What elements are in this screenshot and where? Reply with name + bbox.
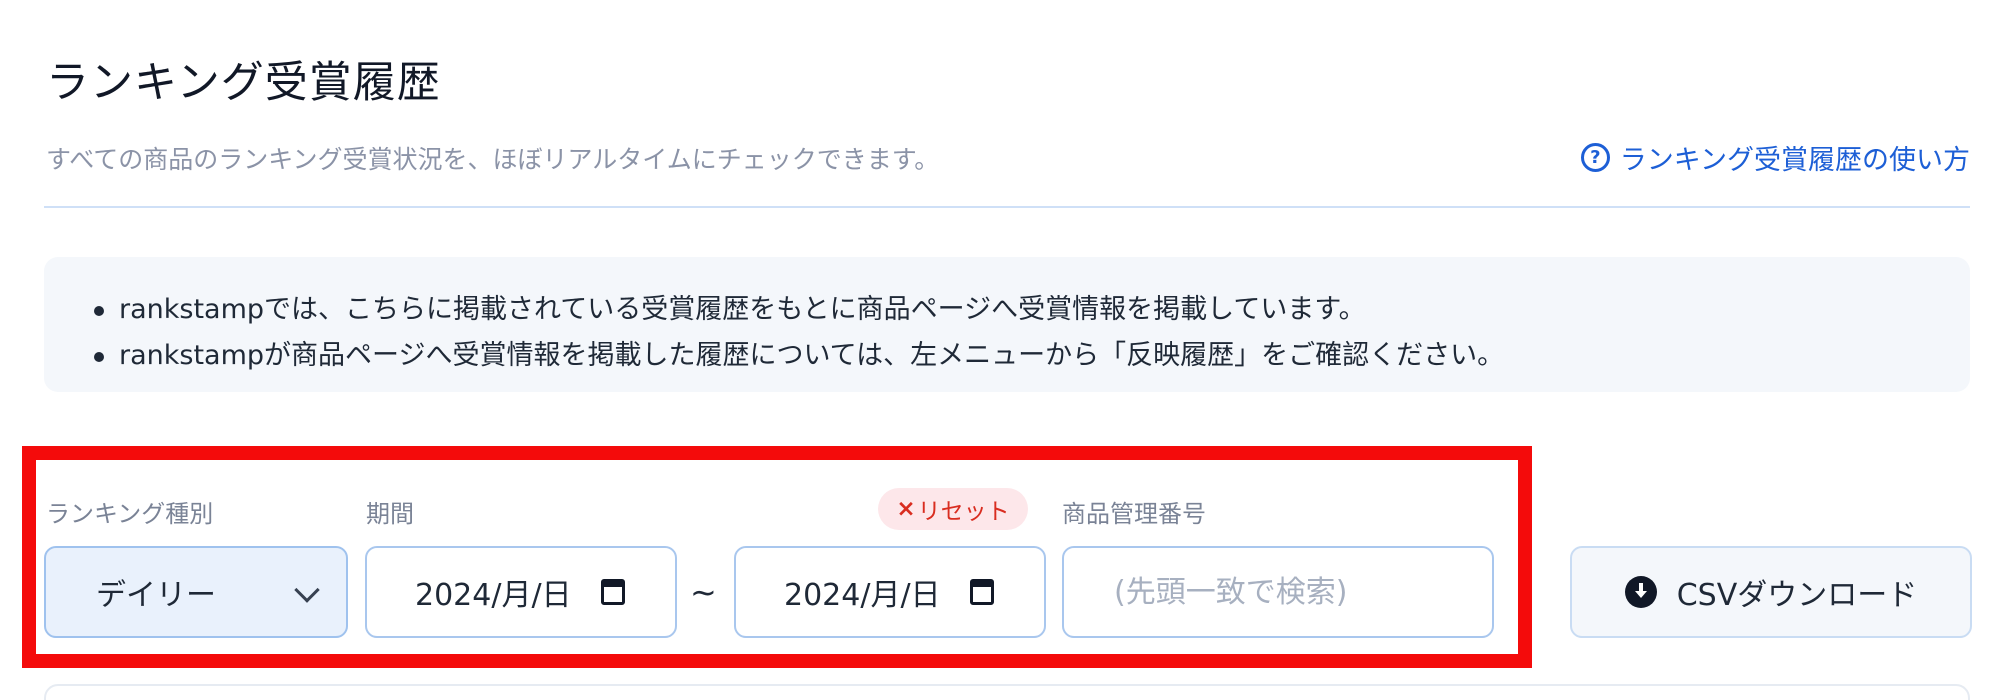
date-to-input[interactable]: 2024/月/日 (734, 546, 1046, 638)
close-icon: × (896, 496, 916, 522)
notice-item: rankstampでは、こちらに掲載されている受賞履歴をもとに商品ページへ受賞情… (94, 287, 1970, 333)
calendar-icon[interactable] (970, 579, 994, 605)
notice-list: rankstampでは、こちらに掲載されている受賞履歴をもとに商品ページへ受賞情… (94, 287, 1970, 379)
page-title: ランキング受賞履歴 (46, 58, 441, 108)
date-from-value: 2024/月/日 (415, 578, 572, 613)
csv-download-label: CSVダウンロード (1676, 578, 1918, 613)
help-link[interactable]: ? ランキング受賞履歴の使い方 (1580, 138, 1970, 177)
chevron-down-icon (294, 577, 320, 603)
results-card (44, 684, 1970, 700)
period-label: 期間 (366, 500, 414, 528)
header-divider (44, 206, 1970, 208)
product-code-label: 商品管理番号 (1062, 500, 1206, 528)
download-icon (1624, 576, 1657, 608)
reset-button-label: リセット (917, 499, 1010, 525)
ranking-type-select[interactable]: デイリー (44, 546, 348, 638)
question-circle-icon: ? (1580, 143, 1610, 172)
calendar-icon[interactable] (601, 579, 625, 605)
help-link-label: ランキング受賞履歴の使い方 (1619, 145, 1970, 176)
page-subtitle: すべての商品のランキング受賞状況を、ほぼリアルタイムにチェックできます。 (46, 145, 940, 174)
notice-item: rankstampが商品ページへ受賞情報を掲載した履歴については、左メニューから… (94, 333, 1970, 379)
product-code-input[interactable] (1062, 546, 1494, 638)
info-notice: rankstampでは、こちらに掲載されている受賞履歴をもとに商品ページへ受賞情… (44, 257, 1970, 392)
ranking-type-label: ランキング種別 (46, 500, 214, 528)
page: ランキング受賞履歴 すべての商品のランキング受賞状況を、ほぼリアルタイムにチェッ… (0, 0, 2012, 700)
date-from-input[interactable]: 2024/月/日 (365, 546, 677, 638)
reset-button[interactable]: × リセット (878, 488, 1028, 530)
range-separator: ~ (690, 573, 717, 611)
ranking-type-value: デイリー (96, 578, 216, 613)
date-to-value: 2024/月/日 (784, 578, 941, 613)
csv-download-button[interactable]: CSVダウンロード (1570, 546, 1972, 638)
